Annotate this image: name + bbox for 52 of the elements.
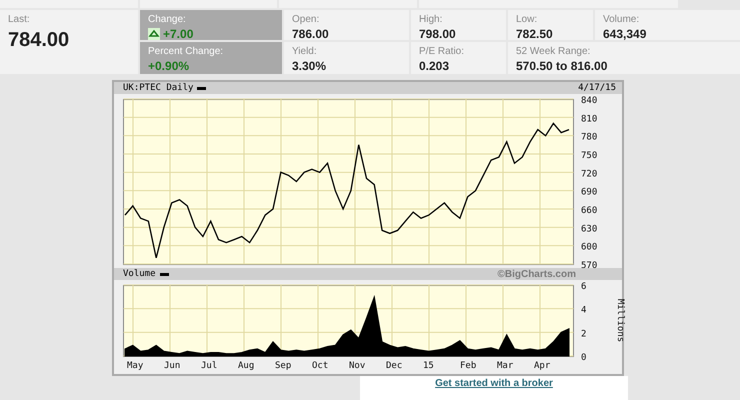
axis-label: 0 xyxy=(581,353,586,363)
axis-label: Jun xyxy=(164,361,180,371)
axis-title: Millions xyxy=(615,298,625,342)
axis-label: 15 xyxy=(423,361,434,371)
axis-label: Mar xyxy=(497,361,514,371)
axis-label: 840 xyxy=(581,96,598,106)
chart-title: UK:PTEC Daily xyxy=(123,83,194,93)
axis-label: Feb xyxy=(460,361,476,371)
field-label: 52 Week Range: xyxy=(516,46,592,57)
axis-label: 600 xyxy=(581,242,598,253)
axis-label: 720 xyxy=(581,169,598,180)
axis-label: 690 xyxy=(581,188,598,198)
axis-label: 810 xyxy=(581,114,598,124)
volume-title: Volume xyxy=(123,269,156,279)
axis-label: Apr xyxy=(534,361,550,371)
field-label: Open: xyxy=(292,14,320,25)
axis-label: May xyxy=(127,361,144,371)
axis-label: Sep xyxy=(275,361,292,371)
field-value: 784.00 xyxy=(8,29,70,52)
field-value: 786.00 xyxy=(292,27,330,41)
axis-label: Dec xyxy=(386,361,402,371)
field-label: Low: xyxy=(516,14,538,25)
axis-label: Nov xyxy=(349,361,366,371)
field-value: 798.00 xyxy=(419,27,457,41)
axis-label: 6 xyxy=(581,282,586,292)
axis-label: Oct xyxy=(312,361,328,371)
chart-date: 4/17/15 xyxy=(578,83,616,93)
axis-label: 2 xyxy=(581,329,586,340)
axis-label: 570 xyxy=(581,261,598,268)
field-label: Last: xyxy=(8,14,31,25)
field-label: Change: xyxy=(148,14,187,25)
field-label: Percent Change: xyxy=(148,46,224,57)
field-value: 3.30% xyxy=(292,59,328,73)
field-label: Volume: xyxy=(603,14,640,25)
axis-label: 780 xyxy=(581,132,598,143)
axis-label: 630 xyxy=(581,224,598,234)
credit-text: ©BigCharts.com xyxy=(498,268,576,280)
field-label: High: xyxy=(419,14,444,25)
axis-label: 660 xyxy=(581,206,598,216)
field-value: 643,349 xyxy=(603,27,648,41)
axis-label: 4 xyxy=(581,306,586,316)
field-value: +0.90% xyxy=(148,59,190,73)
field-value: 782.50 xyxy=(516,27,554,41)
field-value: 0.203 xyxy=(419,59,450,73)
field-value: +7.00 xyxy=(163,27,194,41)
axis-label: 750 xyxy=(581,151,598,161)
field-value: 570.50 to 816.00 xyxy=(516,59,608,73)
broker-link[interactable]: Get started with a broker xyxy=(435,378,553,400)
field-label: Yield: xyxy=(292,46,318,57)
axis-label: Aug xyxy=(238,361,254,371)
axis-label: Jul xyxy=(201,361,218,371)
field-label: P/E Ratio: xyxy=(419,46,466,57)
